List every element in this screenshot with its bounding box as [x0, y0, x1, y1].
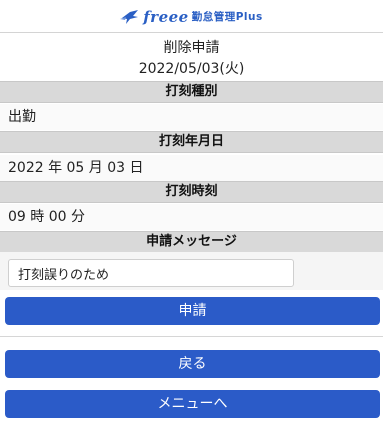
- punch-type-value: 出勤: [0, 104, 383, 130]
- request-type-title: 削除申請: [163, 40, 220, 56]
- menu-button[interactable]: メニューへ: [5, 390, 380, 418]
- logo-brand-text: freee: [143, 7, 189, 26]
- request-date: 2022/05/03(火): [138, 61, 245, 77]
- request-message-input[interactable]: [8, 259, 294, 287]
- logo-product-text: 勤怠管理Plus: [191, 11, 263, 23]
- punch-time-value: 09 時 00 分: [0, 204, 383, 230]
- header-divider: [0, 32, 383, 33]
- punch-date-header: 打刻年月日: [0, 131, 383, 153]
- punch-type-header: 打刻種別: [0, 81, 383, 103]
- request-message-header: 申請メッセージ: [0, 231, 383, 253]
- freee-bird-icon: [120, 9, 139, 24]
- back-button[interactable]: 戻る: [5, 350, 380, 378]
- punch-time-header: 打刻時刻: [0, 181, 383, 203]
- punch-date-value: 2022 年 05 月 03 日: [0, 155, 383, 181]
- button-divider: [0, 336, 383, 337]
- app-header: freee 勤怠管理Plus: [0, 0, 383, 33]
- submit-button[interactable]: 申請: [5, 297, 380, 325]
- freee-logo: freee 勤怠管理Plus: [120, 8, 263, 26]
